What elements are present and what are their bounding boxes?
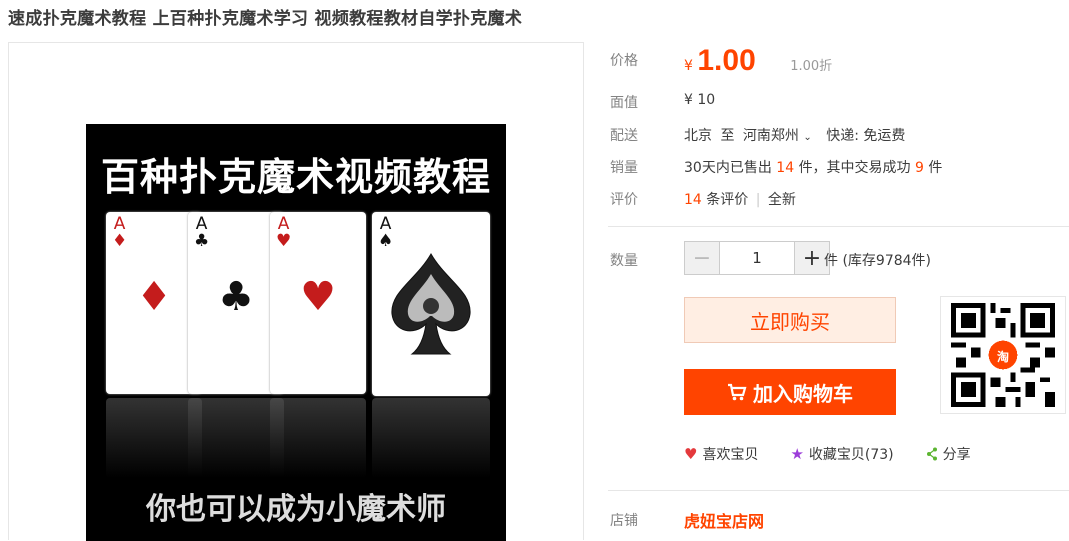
favorite-button[interactable]: ★ 收藏宝贝(73)	[790, 444, 893, 464]
item-condition: 全新	[767, 192, 796, 208]
quantity-label: 数量	[610, 253, 638, 269]
qr-badge: 淘	[997, 350, 1010, 364]
share-button[interactable]: 分享	[926, 444, 971, 464]
stock-info: 件 (库存9784件)	[824, 253, 932, 269]
product-main-image[interactable]: 百种扑克魔术视频教程 A ♦ ♦ A ♣ ♣ A ♥ ♥ A ♠ 你也可以成为小魔术师	[86, 124, 506, 541]
card-reflection	[270, 398, 366, 478]
price-label: 价格	[610, 53, 638, 69]
add-to-cart-button[interactable]: 加入购物车	[684, 369, 896, 415]
image-footer: 你也可以成为小魔术师	[146, 492, 446, 527]
review-label: 评价	[610, 192, 638, 208]
qr-code[interactable]: 淘	[940, 296, 1066, 414]
star-icon: ★	[790, 445, 804, 463]
delivery-destination-select[interactable]: 河南郑州 ⌄	[743, 128, 812, 144]
product-gallery: 百种扑克魔术视频教程 A ♦ ♦ A ♣ ♣ A ♥ ♥ A ♠ 你也可以成为小魔术师	[8, 42, 584, 541]
card-reflection	[372, 398, 490, 478]
divider	[608, 490, 1069, 491]
ornate-spade-icon	[391, 253, 471, 355]
image-heading: 百种扑克魔术视频教程	[100, 155, 491, 199]
chevron-down-icon: ⌄	[803, 132, 812, 143]
card-ace-hearts: A ♥ ♥	[270, 212, 366, 394]
diamond-icon: ♦	[112, 231, 128, 251]
review-separator: |	[755, 192, 761, 208]
buy-now-button[interactable]: 立即购买	[684, 297, 896, 343]
express-info: 快递: 免运费	[826, 128, 906, 144]
heart-icon: ♥	[684, 445, 698, 463]
sales-count: 14	[776, 160, 795, 176]
quantity-input[interactable]: 1	[719, 242, 795, 274]
face-value: ¥ 10	[684, 92, 716, 108]
partial-label: 店铺	[610, 513, 638, 529]
add-to-cart-label: 加入购物车	[753, 381, 853, 406]
like-button[interactable]: ♥ 喜欢宝贝	[684, 444, 758, 464]
price-value: 1.00	[697, 44, 756, 77]
discount-value: 1.00折	[790, 59, 833, 74]
quantity-stepper: − 1 +	[684, 241, 830, 275]
delivery-from: 北京	[684, 128, 712, 144]
face-value-label: 面值	[610, 95, 638, 111]
sales-label: 销量	[610, 160, 638, 176]
review-link[interactable]: 14 条评价	[684, 192, 748, 208]
action-bar: ♥ 喜欢宝贝 ★ 收藏宝贝(73) 分享	[684, 444, 971, 464]
divider	[608, 226, 1069, 227]
cart-icon	[728, 383, 747, 401]
sales-mid: 件，其中交易成功	[798, 160, 911, 176]
favorite-label: 收藏宝贝(73)	[808, 447, 894, 463]
decrease-button[interactable]: −	[685, 242, 719, 274]
sales-prefix: 30天内已售出	[684, 160, 772, 176]
product-title: 速成扑克魔术教程 上百种扑克魔术学习 视频教程教材自学扑克魔术	[8, 9, 523, 29]
share-label: 分享	[942, 447, 971, 463]
spade-icon: ♠	[378, 231, 394, 251]
like-label: 喜欢宝贝	[702, 447, 759, 463]
sales-suffix: 件	[928, 160, 943, 176]
share-icon	[926, 447, 937, 461]
card-ace-spades: A ♠	[372, 212, 490, 396]
heart-icon: ♥	[300, 274, 336, 320]
delivery-to-word: 至	[720, 128, 735, 144]
shop-name-link[interactable]: 虎妞宝店网	[684, 512, 764, 531]
currency-symbol: ¥	[684, 58, 693, 74]
sales-success-count: 9	[915, 160, 924, 176]
delivery-label: 配送	[610, 128, 638, 144]
club-icon: ♣	[194, 231, 210, 251]
heart-icon: ♥	[276, 231, 292, 251]
